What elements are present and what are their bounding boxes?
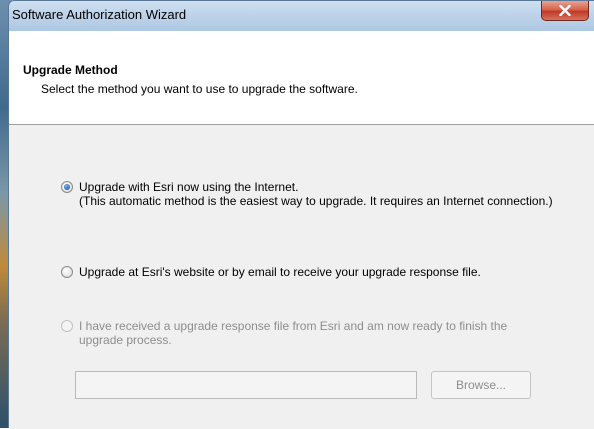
browse-button: Browse... [431, 371, 531, 399]
option-upgrade-internet-line-2: (This automatic method is the easiest wa… [79, 194, 553, 208]
option-upgrade-website[interactable]: Upgrade at Esri's website or by email to… [61, 265, 481, 279]
window-title: Software Authorization Wizard [12, 7, 187, 22]
response-file-path-input [75, 371, 417, 399]
radio-upgrade-website[interactable] [61, 266, 73, 278]
wizard-window: Software Authorization Wizard Upgrade Me… [8, 0, 594, 429]
option-upgrade-internet[interactable]: Upgrade with Esri now using the Internet… [61, 180, 553, 208]
option-upgrade-website-line-1: Upgrade at Esri's website or by email to… [79, 265, 481, 279]
page-title: Upgrade Method [23, 63, 118, 77]
radio-finish-upgrade [61, 320, 73, 332]
close-icon [559, 5, 571, 16]
wizard-client-area: Upgrade Method Select the method you wan… [9, 31, 594, 429]
option-upgrade-internet-line-1: Upgrade with Esri now using the Internet… [79, 180, 299, 194]
option-finish-upgrade-line-1: I have received a upgrade response file … [79, 319, 508, 333]
title-bar[interactable]: Software Authorization Wizard [9, 1, 594, 31]
option-finish-upgrade-label: I have received a upgrade response file … [79, 319, 507, 347]
option-finish-upgrade: I have received a upgrade response file … [61, 319, 507, 347]
radio-upgrade-internet[interactable] [61, 181, 73, 193]
option-upgrade-internet-label: Upgrade with Esri now using the Internet… [79, 180, 553, 208]
wizard-header: Upgrade Method Select the method you wan… [9, 31, 594, 125]
option-upgrade-website-label: Upgrade at Esri's website or by email to… [79, 265, 481, 279]
page-subtitle: Select the method you want to use to upg… [41, 82, 358, 96]
close-button[interactable] [541, 1, 589, 21]
option-finish-upgrade-line-2: upgrade process. [79, 333, 172, 347]
